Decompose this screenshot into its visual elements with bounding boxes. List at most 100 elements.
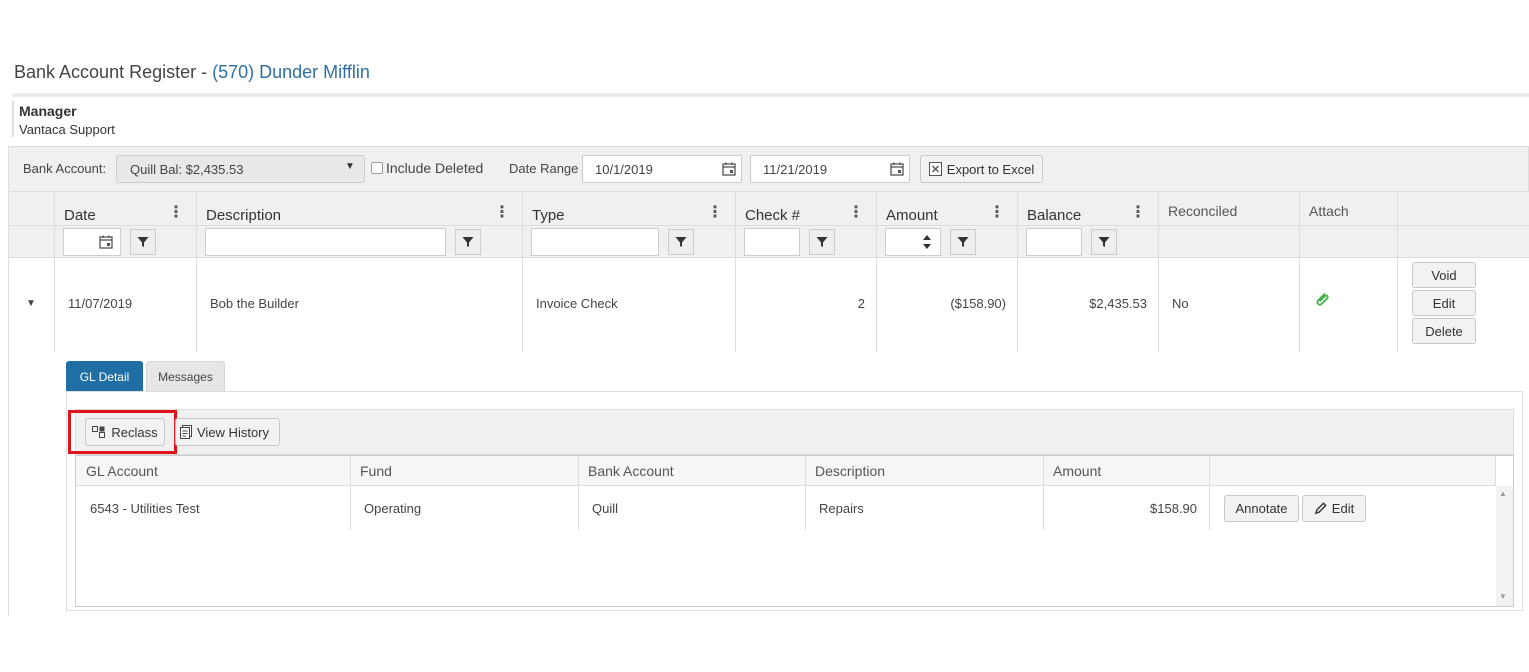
caret-down-icon: ▼ bbox=[345, 161, 355, 172]
col-divider bbox=[54, 192, 55, 352]
manager-label: Manager bbox=[19, 103, 77, 119]
col-divider bbox=[735, 192, 736, 352]
amount-filter-input[interactable] bbox=[885, 228, 941, 256]
edit-button[interactable]: Edit bbox=[1412, 290, 1476, 316]
col-divider bbox=[522, 192, 523, 352]
date-filter-input[interactable] bbox=[63, 228, 121, 256]
gl-edit-button[interactable]: Edit bbox=[1302, 495, 1366, 522]
gl-grid-scrollbar[interactable] bbox=[1496, 486, 1513, 606]
col-divider bbox=[196, 192, 197, 352]
include-deleted-label: Include Deleted bbox=[386, 160, 484, 176]
bank-account-value: Quill Bal: $2,435.53 bbox=[130, 162, 244, 177]
description-filter-input[interactable] bbox=[205, 228, 446, 256]
page-title-prefix: Bank Account Register - bbox=[14, 62, 213, 82]
col-divider bbox=[1017, 192, 1018, 352]
kebab-icon[interactable]: ⋮ bbox=[168, 202, 184, 222]
delete-button[interactable]: Delete bbox=[1412, 318, 1476, 344]
scroll-up-icon[interactable]: ▲ bbox=[1499, 489, 1507, 498]
grid-left-border bbox=[8, 192, 9, 616]
row-description: Bob the Builder bbox=[210, 296, 299, 311]
calendar-icon[interactable] bbox=[99, 235, 113, 249]
export-label: Export to Excel bbox=[946, 161, 1035, 177]
gl-column-description: Description bbox=[815, 463, 886, 479]
gl-detail-header bbox=[76, 456, 1496, 486]
reclass-highlight-box bbox=[68, 410, 177, 454]
header-divider bbox=[8, 225, 1529, 226]
row-reconciled: No bbox=[1172, 296, 1189, 311]
manager-accent bbox=[12, 101, 14, 137]
annotate-button[interactable]: Annotate bbox=[1224, 495, 1299, 522]
gl-column-bank-account: Bank Account bbox=[588, 463, 674, 479]
gl-column-fund: Fund bbox=[360, 463, 392, 479]
calendar-icon[interactable] bbox=[722, 162, 736, 176]
date-from-value: 10/1/2019 bbox=[595, 162, 653, 177]
col-divider bbox=[1299, 192, 1300, 352]
filter-icon[interactable] bbox=[950, 229, 976, 255]
view-history-button[interactable]: View History bbox=[175, 418, 280, 446]
column-header-balance[interactable]: Balance bbox=[1027, 207, 1081, 224]
include-deleted-checkbox[interactable] bbox=[371, 162, 383, 174]
row-type: Invoice Check bbox=[536, 296, 618, 311]
row-amount: ($158.90) bbox=[950, 296, 1006, 311]
date-to-value: 11/21/2019 bbox=[763, 162, 828, 177]
date-to-field[interactable]: 11/21/2019 bbox=[750, 155, 910, 183]
title-divider bbox=[12, 93, 1529, 97]
column-header-check-no[interactable]: Check # bbox=[745, 207, 800, 224]
column-header-type[interactable]: Type bbox=[532, 207, 565, 224]
col-divider bbox=[1495, 456, 1496, 486]
gl-column-gl-account: GL Account bbox=[86, 463, 158, 479]
scroll-down-icon[interactable]: ▼ bbox=[1499, 592, 1507, 601]
spinner-icon[interactable] bbox=[922, 234, 932, 250]
pencil-icon bbox=[1314, 502, 1327, 515]
row-date: 11/07/2019 bbox=[68, 296, 133, 311]
view-history-label: View History bbox=[197, 424, 270, 440]
gl-row-fund: Operating bbox=[364, 501, 422, 516]
filter-icon[interactable] bbox=[130, 229, 156, 255]
column-header-description[interactable]: Description bbox=[206, 207, 281, 224]
bank-account-select[interactable]: Quill Bal: $2,435.53 ▼ bbox=[116, 155, 365, 183]
page-title: Bank Account Register - (570) Dunder Mif… bbox=[14, 62, 370, 83]
expand-row-icon[interactable]: ▼ bbox=[26, 298, 36, 309]
kebab-icon[interactable]: ⋮ bbox=[1130, 202, 1146, 222]
filter-icon[interactable] bbox=[455, 229, 481, 255]
tab-gl-detail[interactable]: GL Detail bbox=[66, 361, 143, 392]
kebab-icon[interactable]: ⋮ bbox=[848, 202, 864, 222]
filter-icon[interactable] bbox=[1091, 229, 1117, 255]
calendar-icon[interactable] bbox=[890, 162, 904, 176]
association-link[interactable]: (570) Dunder Mifflin bbox=[212, 62, 370, 82]
col-divider bbox=[805, 456, 806, 530]
column-header-reconciled: Reconciled bbox=[1168, 203, 1238, 219]
col-divider bbox=[1209, 456, 1210, 530]
gl-column-amount: Amount bbox=[1053, 463, 1102, 479]
col-divider bbox=[1158, 192, 1159, 352]
col-divider bbox=[1397, 192, 1398, 352]
export-to-excel-button[interactable]: Export to Excel bbox=[920, 155, 1043, 183]
paperclip-icon[interactable] bbox=[1312, 290, 1332, 310]
void-button[interactable]: Void bbox=[1412, 262, 1476, 288]
manager-name: Vantaca Support bbox=[19, 122, 115, 137]
gl-row-account: 6543 - Utilities Test bbox=[90, 501, 200, 516]
balance-filter-input[interactable] bbox=[1026, 228, 1082, 256]
row-check-no: 2 bbox=[857, 296, 865, 311]
check-no-filter-input[interactable] bbox=[744, 228, 800, 256]
type-filter-input[interactable] bbox=[531, 228, 659, 256]
gl-row-bank-account: Quill bbox=[592, 501, 619, 516]
filter-icon[interactable] bbox=[668, 229, 694, 255]
col-divider bbox=[876, 192, 877, 352]
gl-detail-toolbar bbox=[75, 409, 1514, 455]
col-divider bbox=[1043, 456, 1044, 530]
column-header-date[interactable]: Date bbox=[64, 207, 96, 224]
kebab-icon[interactable]: ⋮ bbox=[707, 202, 723, 222]
kebab-icon[interactable]: ⋮ bbox=[989, 202, 1005, 222]
col-divider bbox=[578, 456, 579, 530]
filter-icon[interactable] bbox=[809, 229, 835, 255]
col-divider bbox=[350, 456, 351, 530]
date-from-field[interactable]: 10/1/2019 bbox=[582, 155, 742, 183]
gl-edit-label: Edit bbox=[1331, 501, 1355, 516]
column-header-attach: Attach bbox=[1309, 203, 1349, 219]
kebab-icon[interactable]: ⋮ bbox=[494, 202, 510, 222]
tab-messages[interactable]: Messages bbox=[146, 361, 225, 392]
column-header-amount[interactable]: Amount bbox=[886, 207, 938, 224]
bank-account-label: Bank Account: bbox=[23, 161, 107, 176]
gl-row-description: Repairs bbox=[819, 501, 864, 516]
